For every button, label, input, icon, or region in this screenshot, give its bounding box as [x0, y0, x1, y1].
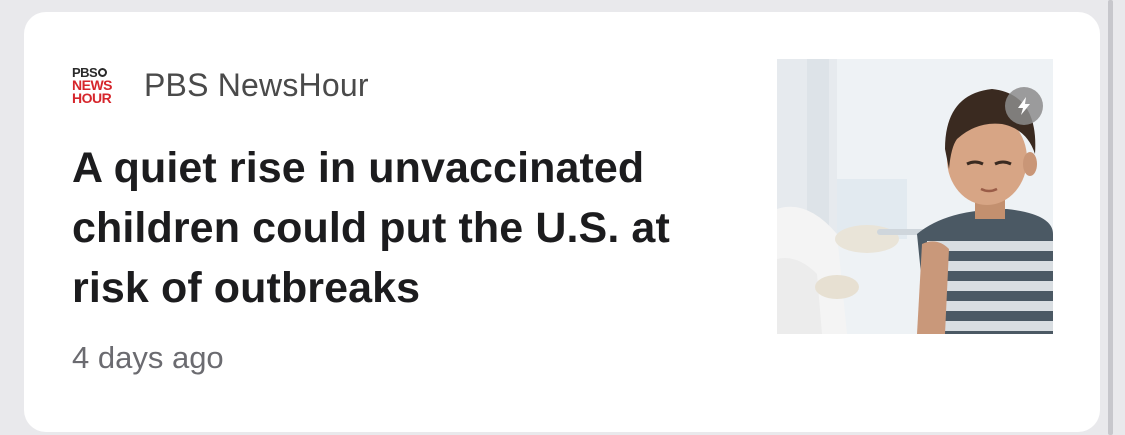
- source-row: PBS NEWS HOUR PBS NewsHour: [72, 60, 369, 110]
- logo-text-hour: HOUR: [72, 89, 112, 106]
- headline[interactable]: A quiet rise in unvaccinated children co…: [72, 138, 752, 318]
- pbs-newshour-logo: PBS NEWS HOUR: [72, 60, 124, 110]
- scrollbar[interactable]: [1108, 0, 1113, 435]
- pbs-ring-icon: [98, 67, 108, 77]
- article-thumbnail[interactable]: [777, 59, 1053, 334]
- lightning-bolt-icon: [1005, 87, 1043, 125]
- news-card[interactable]: PBS NEWS HOUR PBS NewsHour A quiet rise …: [24, 12, 1100, 432]
- timestamp: 4 days ago: [72, 340, 224, 375]
- source-name[interactable]: PBS NewsHour: [144, 67, 369, 104]
